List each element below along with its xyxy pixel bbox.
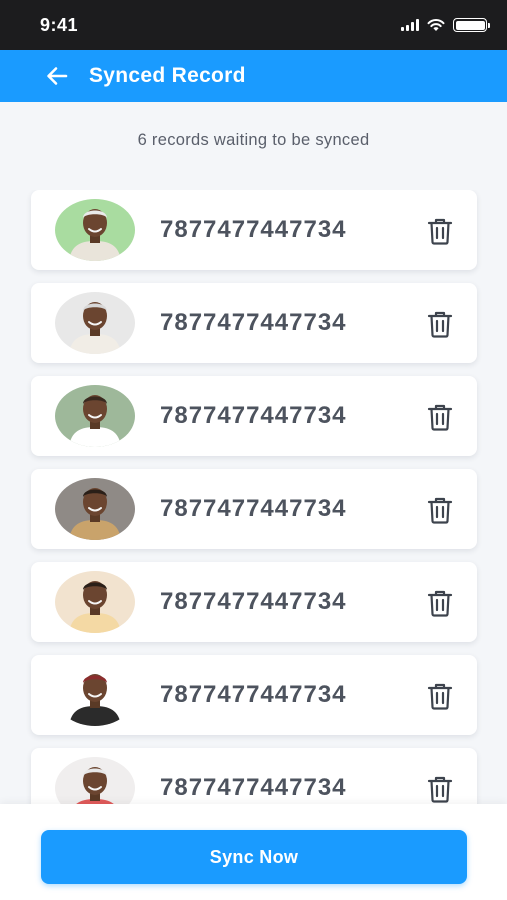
record-id: 7877477447734 [160, 216, 347, 243]
avatar [55, 292, 135, 354]
record-card[interactable]: 7877477447734 [31, 562, 477, 642]
record-card[interactable]: 7877477447734 [31, 748, 477, 804]
record-id: 7877477447734 [160, 495, 347, 522]
record-card[interactable]: 7877477447734 [31, 283, 477, 363]
record-card[interactable]: 7877477447734 [31, 655, 477, 735]
trash-icon[interactable] [427, 775, 453, 803]
status-bar: 9:41 [0, 0, 507, 50]
record-id: 7877477447734 [160, 774, 347, 801]
bottom-action-bar: Sync Now [0, 804, 507, 900]
avatar [55, 199, 135, 261]
avatar [55, 571, 135, 633]
record-id: 7877477447734 [160, 402, 347, 429]
status-time: 9:41 [40, 14, 79, 35]
trash-icon[interactable] [427, 496, 453, 524]
record-list[interactable]: 7877477447734 7877477447734 787747744773… [0, 190, 507, 804]
record-id: 7877477447734 [160, 309, 347, 336]
record-id: 7877477447734 [160, 681, 347, 708]
battery-icon [453, 18, 490, 32]
trash-icon[interactable] [427, 589, 453, 617]
avatar [55, 385, 135, 447]
app-bar: Synced Record [0, 50, 507, 102]
avatar [55, 664, 135, 726]
record-card[interactable]: 7877477447734 [31, 469, 477, 549]
trash-icon[interactable] [427, 682, 453, 710]
avatar [55, 757, 135, 804]
wifi-icon [427, 19, 445, 31]
record-id: 7877477447734 [160, 588, 347, 615]
page-title: Synced Record [89, 64, 246, 87]
arrow-left-icon[interactable] [44, 63, 70, 89]
trash-icon[interactable] [427, 403, 453, 431]
trash-icon[interactable] [427, 310, 453, 338]
record-card[interactable]: 7877477447734 [31, 376, 477, 456]
cellular-signal-icon [401, 19, 419, 31]
pending-count-text: 6 records waiting to be synced [137, 131, 370, 149]
avatar [55, 478, 135, 540]
record-card[interactable]: 7877477447734 [31, 190, 477, 270]
sync-now-button[interactable]: Sync Now [41, 830, 467, 884]
status-icons [401, 18, 490, 32]
trash-icon[interactable] [427, 217, 453, 245]
